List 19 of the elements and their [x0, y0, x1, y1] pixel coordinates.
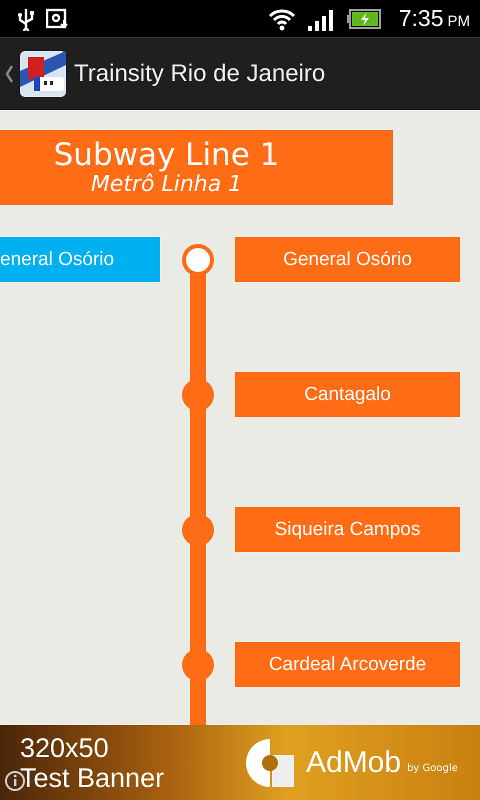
station-button[interactable]: Siqueira Campos: [235, 507, 460, 552]
app-title: Trainsity Rio de Janeiro: [74, 60, 326, 88]
connection-station-label[interactable]: eneral Osório: [0, 237, 160, 282]
ad-size-text: 320x50: [20, 732, 110, 762]
usb-icon: [16, 6, 36, 30]
station-button[interactable]: Cantagalo: [235, 372, 460, 417]
ad-byline-text: by Google: [407, 763, 458, 774]
line-title: Subway Line 1: [54, 138, 280, 172]
station-button[interactable]: Cardeal Arcoverde: [235, 642, 460, 687]
clock-time: 7:35: [398, 5, 444, 32]
ad-brand-text: AdMob: [306, 746, 402, 780]
app-logo-icon[interactable]: [20, 51, 66, 97]
wifi-icon: [266, 6, 297, 30]
line-subtitle: Metrô Linha 1: [90, 172, 242, 198]
battery-icon: [346, 8, 381, 30]
back-chevron-icon[interactable]: [5, 65, 13, 83]
station-button[interactable]: General Osório: [235, 237, 460, 282]
clock-period: PM: [448, 13, 470, 30]
download-icon: [46, 8, 70, 30]
